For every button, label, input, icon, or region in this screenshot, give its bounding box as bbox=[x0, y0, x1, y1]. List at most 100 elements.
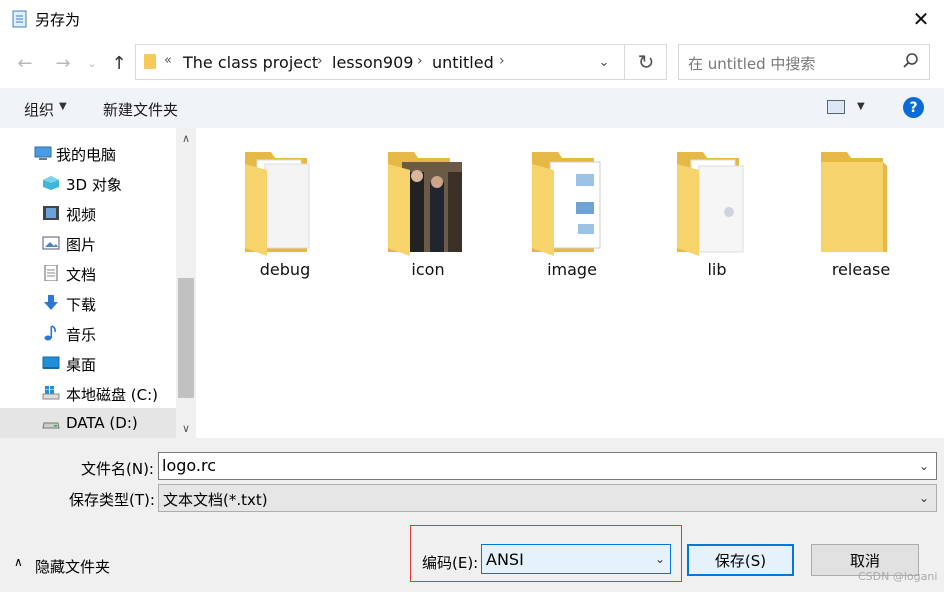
scrollbar-thumb[interactable] bbox=[178, 278, 194, 398]
window-title: 另存为 bbox=[35, 11, 81, 29]
computer-icon bbox=[34, 146, 52, 160]
folder-item[interactable]: lib bbox=[655, 130, 765, 279]
filetype-label: 保存类型(T): bbox=[69, 491, 155, 509]
new-folder-button[interactable]: 新建文件夹 bbox=[103, 99, 178, 120]
filetype-value[interactable]: 文本文档(*.txt) bbox=[163, 489, 268, 510]
sidebar-item-label: 本地磁盘 (C:) bbox=[66, 386, 158, 404]
folder-name: debug bbox=[259, 260, 311, 279]
forward-button[interactable]: → bbox=[50, 50, 76, 76]
recent-locations-button[interactable]: ⌄ bbox=[82, 50, 102, 76]
sidebar-item-label: 文档 bbox=[66, 266, 97, 284]
picture-icon bbox=[42, 236, 60, 250]
sidebar-item-this-pc[interactable]: 我的电脑 bbox=[0, 138, 176, 168]
sidebar-item-videos[interactable]: 视频 bbox=[0, 198, 176, 228]
caret-down-icon: ∨ bbox=[181, 421, 191, 435]
filetype-select[interactable] bbox=[158, 484, 937, 512]
drive-icon bbox=[42, 422, 60, 429]
caret-up-icon[interactable]: ∧ bbox=[14, 555, 23, 569]
view-icon[interactable] bbox=[827, 100, 845, 114]
folder-item[interactable]: icon bbox=[366, 130, 476, 279]
search-input[interactable]: 在 untitled 中搜索 bbox=[688, 53, 815, 74]
refresh-button[interactable]: ↻ bbox=[624, 44, 667, 80]
title-bar bbox=[0, 0, 944, 38]
encoding-dropdown[interactable]: ⌄ bbox=[650, 548, 670, 570]
watermark: CSDN @logani bbox=[858, 570, 938, 583]
arrow-up-icon: ↑ bbox=[111, 52, 127, 74]
sidebar-item-data-d[interactable]: DATA (D:) bbox=[0, 408, 176, 438]
notepad-icon bbox=[12, 10, 27, 28]
filetype-dropdown[interactable]: ⌄ bbox=[914, 487, 934, 509]
video-icon bbox=[43, 206, 59, 220]
up-button[interactable]: ↑ bbox=[106, 50, 132, 76]
folder-item[interactable]: release bbox=[799, 130, 909, 279]
sidebar-item-3d-objects[interactable]: 3D 对象 bbox=[0, 168, 176, 198]
chevron-down-icon: ⌄ bbox=[918, 491, 930, 505]
hide-folders-toggle[interactable]: 隐藏文件夹 bbox=[35, 556, 110, 577]
sidebar-item-label: 我的电脑 bbox=[56, 146, 117, 164]
chevron-down-icon: ⌄ bbox=[918, 459, 930, 473]
music-note-icon bbox=[44, 325, 56, 341]
folder-empty-icon bbox=[821, 152, 887, 252]
sidebar-item-label: 桌面 bbox=[66, 356, 97, 374]
sidebar-item-label: 图片 bbox=[66, 236, 97, 254]
search-icon[interactable] bbox=[902, 52, 920, 70]
chevron-down-icon: ⌄ bbox=[598, 54, 610, 70]
document-icon bbox=[44, 265, 58, 281]
save-button[interactable]: 保存(S) bbox=[687, 544, 794, 576]
close-icon: ✕ bbox=[912, 7, 930, 31]
caret-down-icon: ▼ bbox=[59, 101, 67, 112]
scroll-down-button[interactable]: ∨ bbox=[176, 418, 196, 438]
sidebar-item-label: 下载 bbox=[66, 296, 97, 314]
close-button[interactable]: ✕ bbox=[898, 0, 944, 38]
filename-label: 文件名(N): bbox=[81, 460, 154, 478]
breadcrumb-separator[interactable]: › bbox=[317, 53, 323, 69]
sidebar-item-local-disk-c[interactable]: 本地磁盘 (C:) bbox=[0, 378, 176, 408]
folder-name: lib bbox=[707, 260, 727, 279]
caret-down-icon[interactable]: ▼ bbox=[857, 101, 865, 112]
breadcrumb-item[interactable]: untitled bbox=[432, 53, 494, 72]
chevron-down-icon: ⌄ bbox=[654, 552, 666, 566]
cube-3d-icon bbox=[43, 176, 59, 190]
filename-dropdown[interactable]: ⌄ bbox=[914, 455, 934, 477]
windows-drive-icon bbox=[42, 386, 60, 400]
sidebar-item-downloads[interactable]: 下载 bbox=[0, 288, 176, 318]
desktop-icon bbox=[42, 356, 60, 369]
folder-name: release bbox=[831, 260, 891, 279]
breadcrumb-item[interactable]: The class project bbox=[183, 53, 318, 72]
folder-icon bbox=[144, 54, 156, 69]
folder-photo-icon bbox=[388, 152, 462, 256]
sidebar-item-label: 音乐 bbox=[66, 326, 97, 344]
scroll-up-button[interactable]: ∧ bbox=[176, 128, 196, 148]
back-button[interactable]: ← bbox=[12, 50, 38, 76]
folder-item[interactable]: image bbox=[510, 130, 620, 279]
sidebar-item-music[interactable]: 音乐 bbox=[0, 318, 176, 348]
folder-item[interactable]: debug bbox=[223, 130, 333, 279]
folder-documents-icon bbox=[245, 152, 310, 256]
address-dropdown-button[interactable]: ⌄ bbox=[594, 48, 614, 76]
refresh-icon: ↻ bbox=[637, 50, 655, 74]
download-arrow-icon bbox=[44, 295, 58, 310]
breadcrumb-item[interactable]: lesson909 bbox=[332, 53, 413, 72]
address-overflow[interactable]: « bbox=[164, 53, 172, 68]
filename-value[interactable]: logo.rc bbox=[162, 456, 216, 475]
folder-image-icon bbox=[532, 152, 601, 256]
sidebar-item-label: 视频 bbox=[66, 206, 97, 224]
sidebar-item-desktop[interactable]: 桌面 bbox=[0, 348, 176, 378]
sidebar-item-documents[interactable]: 文档 bbox=[0, 258, 176, 288]
sidebar-item-label: DATA (D:) bbox=[66, 414, 138, 432]
help-button[interactable]: ? bbox=[903, 97, 924, 118]
encoding-value[interactable]: ANSI bbox=[486, 550, 524, 569]
chevron-down-icon: ⌄ bbox=[87, 56, 97, 70]
breadcrumb-separator[interactable]: › bbox=[499, 53, 505, 69]
folder-name: image bbox=[547, 260, 597, 279]
arrow-left-icon: ← bbox=[17, 52, 33, 74]
sidebar-item-label: 3D 对象 bbox=[66, 176, 122, 194]
organize-menu[interactable]: 组织 bbox=[24, 99, 54, 120]
folder-files-icon bbox=[677, 152, 744, 256]
sidebar-item-pictures[interactable]: 图片 bbox=[0, 228, 176, 258]
arrow-right-icon: → bbox=[55, 52, 71, 74]
folder-name: icon bbox=[411, 260, 445, 279]
filename-field[interactable] bbox=[158, 452, 937, 480]
breadcrumb-separator[interactable]: › bbox=[417, 53, 423, 69]
encoding-label: 编码(E): bbox=[422, 554, 479, 572]
